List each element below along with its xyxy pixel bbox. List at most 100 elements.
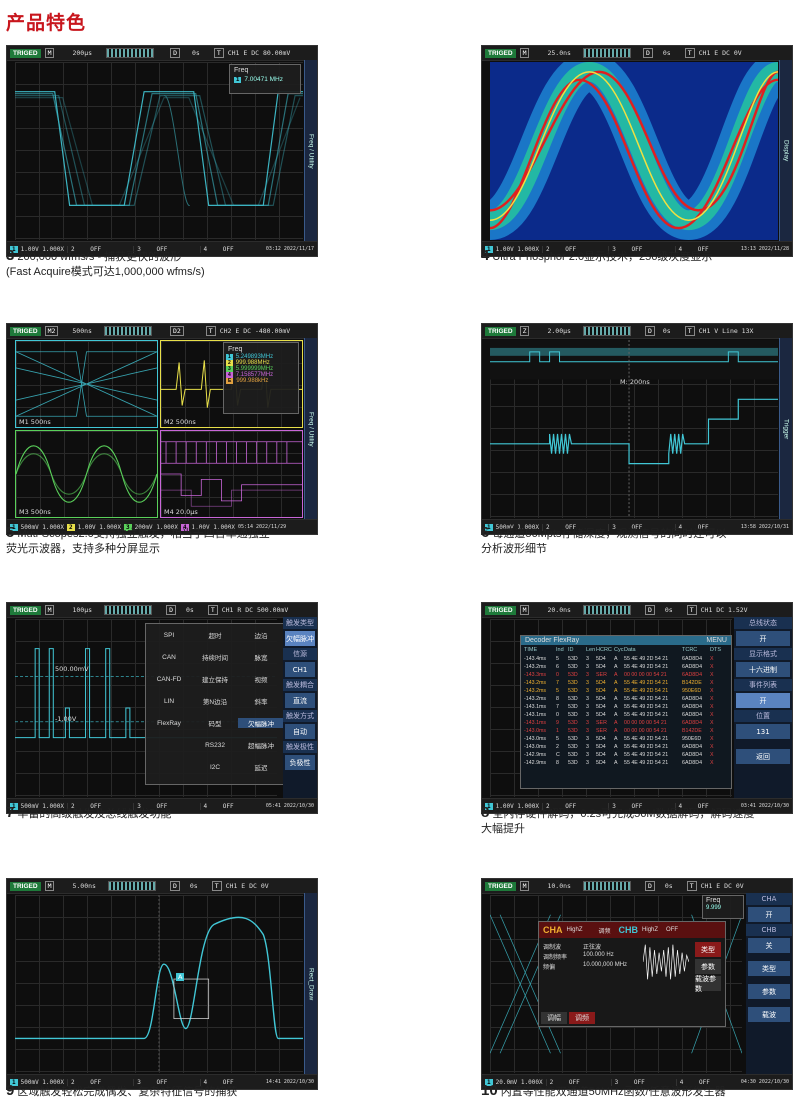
decoder-row[interactable]: -142.9ms C 53D 3 5D4 A 55 4E 49 2D 54 21 6AD8D4… [524,751,728,759]
tab-am[interactable]: 调幅 [541,1012,567,1024]
trigger-info[interactable]: CH1 E DC 0V [701,882,744,890]
menu-item[interactable]: 持续时间 [192,652,238,662]
decoder-row[interactable]: -143.1ms 7 53D 3 5D4 A 55 4E 49 2D 54 21 6AD8D4… [524,703,728,711]
trigger-status[interactable]: TRIGED [485,326,516,336]
cha-label[interactable]: CHA [539,925,567,935]
side-menu-tab[interactable]: Trigger [779,338,792,520]
trigger-status[interactable]: TRIGED [10,881,41,891]
side-button[interactable]: 载波 [748,1007,790,1022]
side-button[interactable]: 开 [748,907,790,922]
side-menu-tab[interactable]: Freq / Utility [304,338,317,520]
side-menu-tab[interactable]: Freq / Utility [304,60,317,242]
decoder-row[interactable]: -143.1ms 0 53D 3 5D4 A 55 4E 49 2D 54 21 6AD8D4… [524,711,728,719]
freq-panel[interactable]: Freq 9.999 [702,895,744,919]
side-button[interactable]: 参数 [748,984,790,999]
pane-m1[interactable]: M1 500ns [15,340,158,428]
chb-label[interactable]: CHB [619,925,639,935]
menu-item[interactable]: 建立保持 [192,674,238,684]
trigger-status[interactable]: TRIGED [10,605,41,615]
side-button[interactable]: 开 [736,693,790,708]
timebase[interactable]: 500ns [72,327,92,335]
timebase[interactable]: 5.00ns [72,882,95,890]
trigger-info[interactable]: CH2 E DC -480.00mV [220,327,290,335]
side-button[interactable]: CH1 [285,662,315,677]
trigger-info[interactable]: CH1 DC 1.52V [701,606,748,614]
delay-value[interactable]: 0s [186,606,194,614]
decoder-row[interactable]: -143.3ms 0 53D 3 SER A 00 00 00 00 54 21 6AD8D4… [524,671,728,679]
menu-item-selected[interactable]: 欠幅脉冲 [238,718,284,728]
pane-m4[interactable]: M4 20.0µs [160,430,303,518]
side-button[interactable]: 自动 [285,724,315,739]
delay-value[interactable]: 0s [190,882,198,890]
delay-value[interactable]: 0s [663,49,671,57]
mode-indicator[interactable]: M [519,48,530,58]
side-button[interactable]: 131 [736,724,790,739]
trigger-status[interactable]: TRIGED [10,326,41,336]
decoder-row[interactable]: -143.2ms 8 53D 3 5D4 A 55 4E 49 2D 54 21 6AD8D4… [524,695,728,703]
side-button[interactable]: 直流 [285,693,315,708]
decoder-row[interactable]: -143.0ms 5 53D 3 5D4 A 55 4E 49 2D 54 21 950E6D… [524,735,728,743]
trigger-status[interactable]: TRIGED [485,605,516,615]
trigger-status[interactable]: TRIGED [485,48,516,58]
decoder-table[interactable]: Decoder FlexRay MENU TIME Ind ID Len HCRC Cyc… [520,635,732,789]
mode-indicator[interactable]: M [519,605,530,615]
timebase[interactable]: 100µs [72,606,92,614]
mode-indicator[interactable]: M2 [44,326,59,336]
timebase[interactable]: 25.0ns [547,49,570,57]
timebase[interactable]: 2.00µs [547,327,570,335]
menu-item[interactable]: SPI [146,632,192,639]
trigger-info[interactable]: CH1 R DC 500.00mV [222,606,289,614]
menu-item[interactable]: 边沿 [238,630,284,640]
tab-fm[interactable]: 调频 [569,1012,595,1024]
trigger-type-menu[interactable]: SPI 超时 边沿 CAN 持续时间 脉宽 CAN-FD 建立保持 视频 LIN… [145,623,285,785]
timebase[interactable]: 200µs [72,49,92,57]
decoder-row[interactable]: -142.9ms 8 53D 3 5D4 A 55 4E 49 2D 54 21 6AD8D4… [524,759,728,767]
side-button[interactable]: 开 [736,631,790,646]
delay-value[interactable]: 0s [663,327,671,335]
pane-m3[interactable]: M3 500ns [15,430,158,518]
menu-item[interactable]: FlexRay [146,720,192,727]
side-menu-tab[interactable]: Display [779,60,792,242]
menu-item[interactable]: 延迟 [238,762,284,772]
return-button[interactable]: 返回 [736,749,790,764]
freq-panel[interactable]: Freq 1 5.249893MHz 2 999.988MHz 3 5.999999M… [223,342,299,414]
mode-indicator[interactable]: Z [519,326,530,336]
side-button[interactable]: 关 [748,938,790,953]
type-button[interactable]: 类型 [695,942,721,957]
param-value[interactable]: 100.000 Hz [583,952,643,961]
side-button[interactable]: 负极性 [285,755,315,770]
side-button[interactable]: 十六进制 [736,662,790,677]
delay-value[interactable]: 0s [665,882,673,890]
param-value[interactable]: 正弦波 [583,942,643,951]
side-button[interactable]: 类型 [748,961,790,976]
menu-item[interactable]: 超幅脉冲 [238,740,284,750]
menu-item[interactable]: LIN [146,698,192,705]
menu-item[interactable]: 斜率 [238,696,284,706]
freq-panel[interactable]: Freq 1 7.00471 MHz [229,64,301,94]
decoder-row[interactable]: -143.1ms 9 53D 3 SER A 00 00 00 00 54 21 6AD8D4… [524,719,728,727]
menu-item[interactable]: CAN-FD [146,676,192,683]
decoder-row[interactable]: -143.2ms 7 53D 3 5D4 A 55 4E 49 2D 54 21 B142DE… [524,679,728,687]
params-button[interactable]: 参数 [695,959,721,974]
side-button[interactable]: 欠幅脉冲 [285,631,315,646]
menu-button[interactable]: MENU [706,637,727,644]
decoder-row[interactable]: -143.2ms 6 53D 3 5D4 A 55 4E 49 2D 54 21 6AD8D4… [524,663,728,671]
trigger-info[interactable]: CH1 V Line 13X [699,327,754,335]
menu-item[interactable]: I2C [192,764,238,771]
delay-indicator[interactable]: D2 [169,326,184,336]
carrier-params-button[interactable]: 载波参数 [695,976,721,993]
menu-item[interactable]: 第N边沿 [192,696,238,706]
menu-item[interactable]: 视频 [238,674,284,684]
trigger-info[interactable]: CH1 E DC 0V [226,882,269,890]
menu-item[interactable]: CAN [146,654,192,661]
param-value[interactable]: 10.000,000 MHz [583,962,643,971]
decoder-row[interactable]: -143.2ms 5 53D 3 5D4 A 55 4E 49 2D 54 21 950E6D… [524,687,728,695]
mode-indicator[interactable]: M [519,881,530,891]
trigger-status[interactable]: TRIGED [10,48,41,58]
menu-item[interactable]: RS232 [192,742,238,749]
zone-a-label[interactable]: A [176,973,185,981]
timebase[interactable]: 20.0ns [547,606,570,614]
mode-indicator[interactable]: M [44,48,55,58]
timebase[interactable]: 10.0ns [547,882,570,890]
trigger-info[interactable]: CH1 E DC 80.00mV [228,49,291,57]
